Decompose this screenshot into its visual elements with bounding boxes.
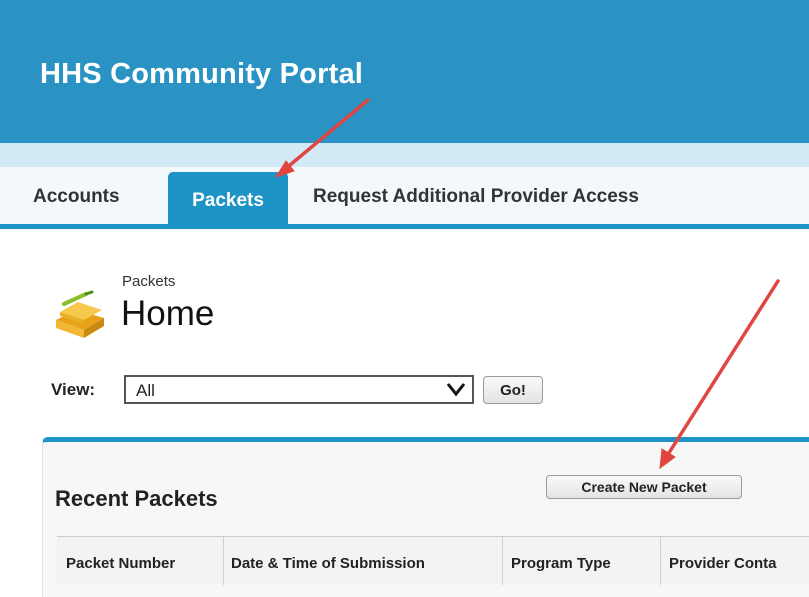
column-header-program-type[interactable]: Program Type — [511, 555, 611, 572]
create-new-packet-button[interactable]: Create New Packet — [546, 475, 742, 499]
column-separator — [660, 537, 661, 585]
packets-icon — [56, 290, 104, 338]
tab-bar: Accounts Request Additional Provider Acc… — [0, 167, 809, 229]
portal-title: HHS Community Portal — [40, 58, 364, 90]
recent-packets-title: Recent Packets — [55, 486, 218, 511]
portal-header: HHS Community Portal — [0, 0, 809, 143]
go-button[interactable]: Go! — [483, 376, 543, 404]
header-subband — [0, 143, 809, 167]
tab-request-provider-access[interactable]: Request Additional Provider Access — [313, 186, 639, 208]
column-header-provider-contact[interactable]: Provider Conta — [669, 555, 777, 572]
column-header-packet-number[interactable]: Packet Number — [66, 555, 175, 572]
column-separator — [223, 537, 224, 585]
column-separator — [502, 537, 503, 585]
tab-accounts[interactable]: Accounts — [33, 186, 120, 208]
view-label: View: — [51, 380, 96, 399]
chevron-down-icon — [446, 383, 466, 397]
view-select[interactable]: All — [124, 375, 474, 404]
page-title: Home — [121, 294, 215, 333]
table-header-row: Packet Number Date & Time of Submission … — [57, 536, 809, 585]
view-select-value: All — [136, 381, 155, 400]
column-header-submission-date[interactable]: Date & Time of Submission — [231, 555, 425, 572]
breadcrumb: Packets — [122, 273, 176, 290]
tab-packets[interactable]: Packets — [168, 172, 288, 228]
